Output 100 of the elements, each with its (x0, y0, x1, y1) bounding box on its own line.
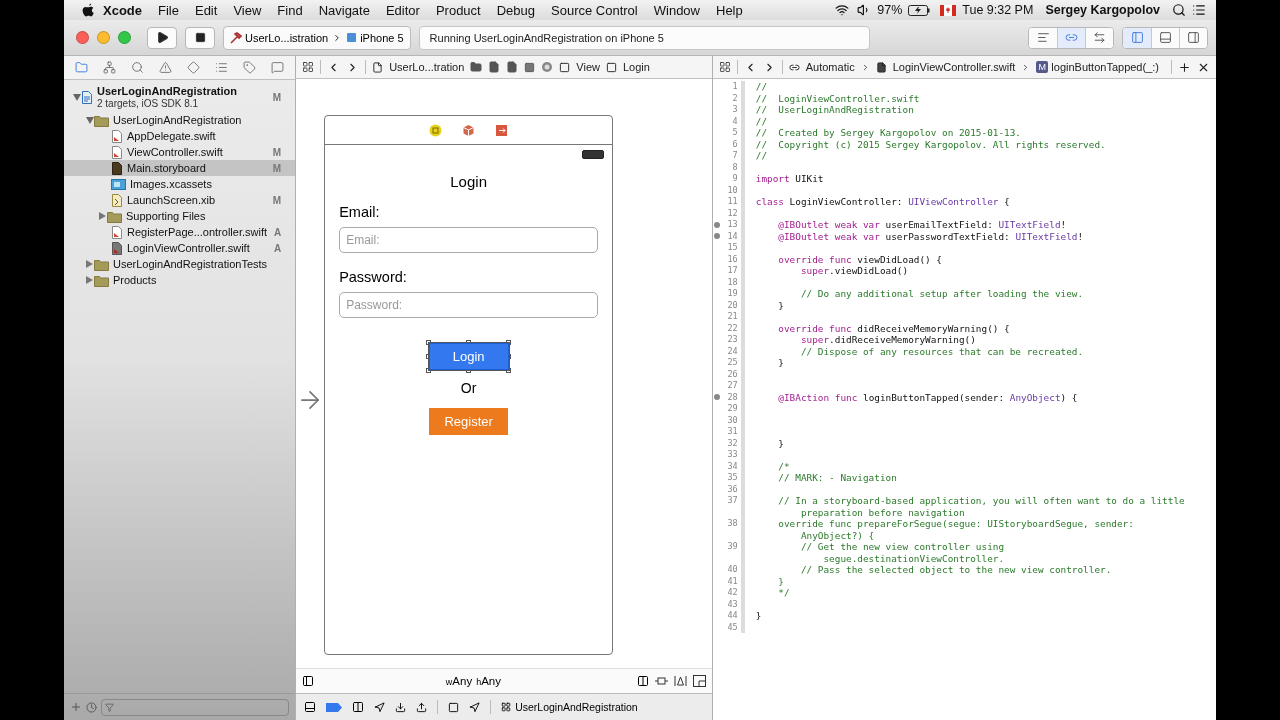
debug-area-icon[interactable] (304, 701, 317, 713)
related-items-icon[interactable] (302, 61, 315, 73)
file-icon[interactable] (488, 61, 501, 73)
code-line: preparation before navigation (799, 506, 966, 518)
file-tree-item[interactable]: AppDelegate.swift (64, 128, 296, 144)
file-tree-item[interactable]: Supporting Files (64, 208, 296, 224)
code-line: override func prepareForSegue(segue: UIStoryboardSegue, sender: (777, 518, 1135, 530)
menu-item[interactable]: Debug (488, 2, 544, 18)
menu-item[interactable]: Window (645, 2, 708, 18)
folder-icon[interactable] (470, 61, 483, 73)
breakpoint-icon[interactable] (326, 702, 343, 712)
related-items-icon[interactable] (718, 61, 731, 73)
disclosure-triangle-icon[interactable] (72, 93, 81, 101)
apple-logo-icon[interactable] (82, 2, 95, 18)
swift-file-icon (111, 129, 123, 143)
disclosure-triangle-icon[interactable] (86, 260, 93, 268)
line-number: 40 (726, 564, 738, 576)
code-line: class LoginViewController: UIViewController { (754, 196, 1011, 208)
filter-field[interactable] (101, 698, 290, 716)
connection-dot-icon[interactable] (713, 394, 720, 401)
method-symbol-label: M (1036, 61, 1049, 73)
file-tree-item[interactable]: UserLoginAndRegistration (64, 112, 296, 128)
panel-toggle-button[interactable] (1123, 27, 1151, 48)
location-icon[interactable] (469, 701, 481, 713)
clock-icon[interactable] (86, 701, 97, 713)
file-tree-item[interactable]: Images.xcassets (64, 176, 296, 192)
disclosure-triangle-icon[interactable] (85, 116, 94, 124)
resolve-icon[interactable] (673, 675, 687, 687)
code-line: // MARK: - Navigation (777, 472, 898, 484)
menu-item[interactable]: File (150, 2, 187, 18)
menu-item[interactable]: Help (708, 2, 751, 18)
file-name: Supporting Files (126, 209, 207, 223)
wifi-icon[interactable] (835, 3, 850, 17)
user-name[interactable]: Sergey Kargopolov (1039, 3, 1166, 17)
menu-item[interactable]: Editor (377, 2, 428, 18)
menu-item[interactable]: Product (427, 2, 489, 18)
file-tree-item[interactable]: ViewController.swift M (64, 144, 296, 160)
line-number: 29 (726, 403, 738, 415)
menu-item[interactable]: Source Control (543, 2, 646, 18)
disclosure-triangle-icon[interactable] (86, 276, 93, 284)
file-name: ViewController.swift (127, 145, 224, 159)
zoom-window-button[interactable] (118, 31, 131, 44)
size-class-label[interactable]: wAny (445, 675, 473, 687)
menu-item[interactable]: Edit (186, 2, 226, 18)
scheme-name: UserLo...istration (245, 31, 329, 44)
file-tree-item[interactable]: Products (64, 272, 296, 288)
jump-bar-item[interactable]: Automatic (805, 61, 855, 73)
battery-icon[interactable] (908, 4, 931, 16)
code-line: // Created by Sergey Kargopolov on 2015-01-13. (754, 127, 1022, 139)
scheme-selector[interactable]: UserLo...istration iPhone 5 (223, 25, 411, 50)
file-name: UserLoginAndRegistration (97, 84, 238, 98)
field-label: Password: (339, 269, 408, 285)
search-icon[interactable] (1172, 3, 1186, 17)
file-tree-item[interactable]: LoginViewController.swift A (64, 240, 296, 256)
email-field[interactable]: Email: (339, 227, 599, 253)
file-tree-item[interactable]: RegisterPage...ontroller.swift A (64, 224, 296, 240)
activity-status: Running UserLoginAndRegistration on iPhone 5 (418, 25, 870, 50)
size-class-label[interactable]: hAny (476, 675, 501, 687)
file-name: LoginViewController.swift (127, 241, 251, 255)
folder-icon (94, 113, 109, 127)
jump-bar-item[interactable]: View (576, 61, 600, 73)
panel-toggle-button[interactable] (1179, 27, 1207, 48)
code-line: // LoginViewController.swift (754, 92, 921, 104)
add-editor-icon[interactable] (1178, 60, 1191, 74)
disclosure-triangle-icon[interactable] (99, 212, 106, 220)
jump-bar-item[interactable]: loginButtonTapped(_:) (1051, 61, 1159, 73)
password-field[interactable]: Password: (339, 292, 599, 318)
connection-dot-icon[interactable] (713, 221, 720, 228)
close-window-button[interactable] (76, 31, 89, 44)
menu-item[interactable]: Navigate (310, 2, 378, 18)
file-name: Main.storyboard (127, 161, 207, 175)
jump-bar-item[interactable]: LoginViewController.swift (892, 61, 1016, 73)
view-controller-icon[interactable] (541, 61, 554, 73)
list-icon[interactable] (1192, 3, 1206, 17)
file-tree-item[interactable]: UserLoginAndRegistrationTests (64, 256, 296, 272)
status-letter: M (272, 146, 282, 158)
run-button[interactable] (147, 26, 177, 49)
menu-item[interactable]: View (225, 2, 270, 18)
debug-target[interactable]: UserLoginAndRegistration (515, 701, 638, 713)
resize-icon[interactable] (692, 675, 706, 687)
pin-icon[interactable] (654, 675, 668, 687)
field-label: Email: (339, 204, 381, 220)
button-icon (606, 61, 617, 73)
file-tree-item[interactable]: Main.storyboard M (64, 160, 296, 176)
scene-icon[interactable] (524, 61, 536, 73)
code-line: } (777, 299, 785, 311)
jump-bar-item[interactable]: UserLo...tration (389, 61, 465, 73)
document-outline-icon[interactable] (302, 675, 315, 687)
editor-mode-button[interactable] (1085, 27, 1113, 48)
menu-item[interactable]: Xcode (95, 2, 150, 18)
jump-bar-item[interactable]: Login (623, 61, 650, 73)
menu-clock[interactable]: Tue 9:32 PM (956, 3, 1040, 17)
file-tree-item[interactable]: LaunchScreen.xib M (64, 192, 296, 208)
stop-button[interactable] (185, 26, 215, 49)
file-icon[interactable] (506, 61, 519, 73)
align-icon[interactable] (636, 675, 649, 687)
menu-item[interactable]: Find (269, 2, 311, 18)
status-letter: A (273, 242, 282, 254)
file-tree-item[interactable]: UserLoginAndRegistration 2 targets, iOS SDK 8.1 M (64, 82, 296, 112)
connection-dot-icon[interactable] (713, 233, 720, 240)
